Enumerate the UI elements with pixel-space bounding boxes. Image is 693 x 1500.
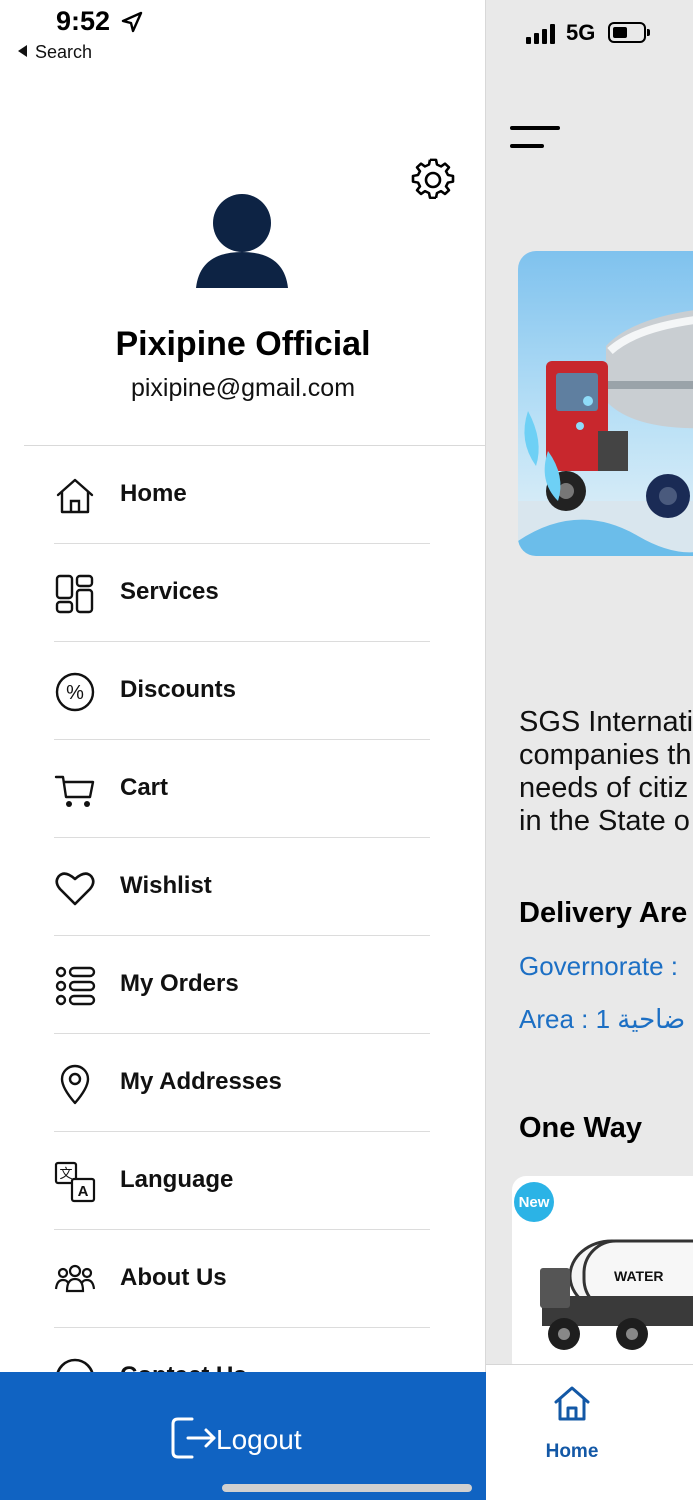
percent-icon: % (55, 672, 95, 712)
side-drawer: 9:52 Search Pixipine Official pixipine@g… (0, 0, 486, 1500)
menu-item-label: Wishlist (120, 872, 212, 899)
people-icon (54, 1264, 96, 1293)
tank-label: WATER (614, 1268, 664, 1284)
settings-gear-icon[interactable] (411, 158, 455, 202)
menu-toggle-button[interactable] (510, 126, 562, 152)
company-description: SGS Internati companies th needs of citi… (519, 706, 693, 837)
status-bar-right: 5G (486, 0, 693, 70)
menu-item-my-orders[interactable]: My Orders (54, 936, 430, 1034)
logout-icon (171, 1417, 216, 1459)
area-link[interactable]: Area : ضاحية 1 (519, 1004, 685, 1035)
signal-icon (526, 24, 555, 44)
network-label: 5G (566, 20, 596, 45)
location-pin-icon (60, 1064, 90, 1105)
menu-item-label: Language (120, 1166, 234, 1193)
menu-item-label: Services (120, 578, 219, 605)
location-arrow-icon (121, 11, 143, 33)
language-icon: 文 A (54, 1161, 96, 1203)
back-triangle-icon (18, 45, 27, 57)
menu-item-services[interactable]: Services (54, 544, 430, 642)
water-truck-illustration (518, 310, 693, 556)
new-badge: New (514, 1182, 554, 1222)
avatar (196, 194, 288, 288)
tab-home-label: Home (545, 1441, 599, 1462)
menu-item-label: Discounts (120, 676, 237, 703)
back-to-search-link[interactable]: Search (18, 42, 92, 63)
menu-item-label: Cart (120, 774, 169, 801)
drawer-menu: Home Services % Discounts Cart Wishlist … (0, 446, 486, 1372)
tab-home[interactable]: Home (526, 1377, 618, 1462)
user-email: pixipine@gmail.com (130, 374, 356, 402)
cart-icon (54, 775, 95, 807)
product-card[interactable]: WATER New (512, 1176, 693, 1376)
list-icon (55, 966, 96, 1006)
menu-item-language[interactable]: 文 A Language (54, 1132, 430, 1230)
svg-text:A: A (78, 1183, 89, 1200)
battery-tip (647, 29, 650, 36)
menu-item-contact-us[interactable]: Contact Us (54, 1328, 430, 1372)
screen: 5G SGS Internati companies th needs of c… (0, 0, 693, 1500)
heart-icon (55, 872, 95, 906)
home-tab-icon (554, 1386, 590, 1421)
logout-button[interactable]: Logout (0, 1372, 486, 1500)
governorate-link[interactable]: Governorate : (519, 951, 678, 982)
contact-icon (56, 1358, 94, 1372)
menu-item-label: My Orders (120, 970, 239, 997)
logout-label: Logout (216, 1424, 302, 1455)
menu-item-discounts[interactable]: % Discounts (54, 642, 430, 740)
user-name: Pixipine Official (115, 325, 371, 363)
back-search-label: Search (35, 42, 93, 62)
menu-item-label: My Addresses (120, 1068, 282, 1095)
background-app: 5G SGS Internati companies th needs of c… (486, 0, 693, 1500)
menu-item-cart[interactable]: Cart (54, 740, 430, 838)
menu-item-label: About Us (120, 1264, 227, 1291)
home-icon (56, 478, 94, 514)
battery-icon (608, 22, 646, 43)
status-time: 9:52 (56, 6, 111, 36)
menu-item-my-addresses[interactable]: My Addresses (54, 1034, 430, 1132)
delivery-area-heading: Delivery Are (519, 897, 688, 929)
services-grid-icon (55, 574, 94, 614)
home-indicator[interactable] (222, 1484, 472, 1492)
menu-item-label: Home (120, 480, 187, 507)
menu-item-home[interactable]: Home (54, 446, 430, 544)
menu-item-wishlist[interactable]: Wishlist (54, 838, 430, 936)
hero-banner-image (518, 251, 693, 556)
svg-text:%: % (66, 682, 84, 704)
one-way-section-title: One Way (519, 1112, 643, 1144)
menu-item-label: Contact Us (120, 1362, 247, 1372)
bottom-tab-bar: Home (486, 1364, 693, 1500)
svg-text:文: 文 (59, 1167, 72, 1182)
menu-item-about-us[interactable]: About Us (54, 1230, 430, 1328)
